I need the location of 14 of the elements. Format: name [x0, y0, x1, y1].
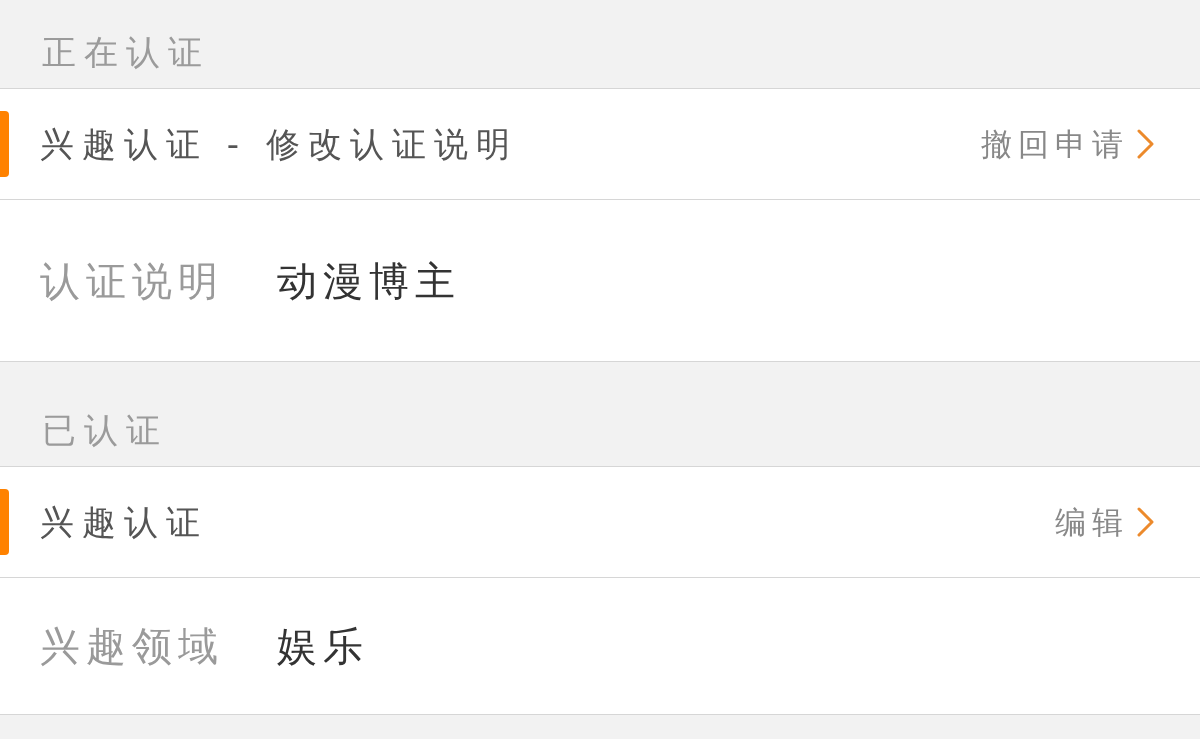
- field-value: 娱乐: [277, 622, 369, 670]
- field-value: 动漫博主: [277, 256, 461, 305]
- section-title: 正在认证: [42, 32, 210, 72]
- action-button[interactable]: 撤回申请: [981, 124, 1155, 164]
- chevron-right-icon: [1137, 507, 1155, 537]
- accent-bar-icon: [0, 489, 9, 555]
- row-title: 兴趣认证: [40, 501, 208, 543]
- row-title: 兴趣认证 - 修改认证说明: [40, 123, 518, 165]
- chevron-right-icon: [1137, 129, 1155, 159]
- field-label: 兴趣领域: [40, 622, 224, 670]
- accent-bar-icon: [0, 111, 9, 177]
- action-button[interactable]: 编辑: [1055, 502, 1155, 542]
- section-title: 已认证: [42, 410, 168, 450]
- field-label: 认证说明: [40, 256, 224, 305]
